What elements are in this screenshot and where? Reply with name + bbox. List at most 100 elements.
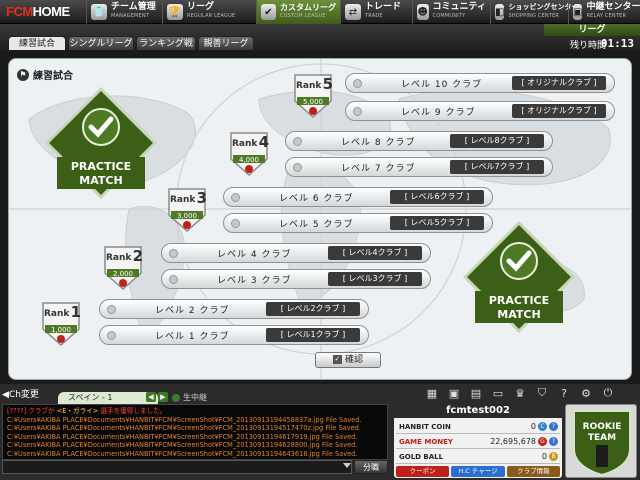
channel-prev-icon[interactable]: ◀ [146,392,156,402]
shop-icon: ◧ [495,4,505,20]
community-icon: ☻ [417,4,429,20]
rank-5-badge: Rank 5 5,000 [291,71,335,119]
stadium-icon[interactable]: ▦ [422,386,442,400]
game-money-row: GAME MONEY 22,695,678 G ? [396,435,560,449]
film-icon[interactable]: ▤ [466,386,486,400]
level-5-club-row[interactable]: レベル 5 クラブ [ レベル5クラブ ] [223,213,493,233]
rank-3-badge: Rank 3 3,000 [165,185,209,233]
level-9-club-row[interactable]: レベル 9 クラブ [ オリジナルクラブ ] [345,101,615,121]
level-7-club-row[interactable]: レベル 7 クラブ [ レベル7クラブ ] [285,157,553,177]
channel-change-button[interactable]: ◀Ch変更 [2,388,42,402]
rank-4-badge: Rank 4 4,000 [227,129,271,177]
nav-community[interactable]: ☻ コミュニティ COMMUNITY [412,0,490,24]
practice-left-bottom-text: MATCH [79,174,122,187]
trophy-icon: 🏆 [167,4,183,20]
level-2-radio[interactable] [107,304,116,314]
tab-friendly-league[interactable]: 親善リーグ [198,36,254,50]
channel-next-icon[interactable]: ▶ [158,392,168,402]
panel-title: ⚑ 練習試合 [17,67,73,82]
rank-2-badge: Rank 2 2,000 [101,243,145,291]
top-nav: FCMHOME 👕 チーム管理 MANAGEMENT 🏆 リーグ REGULAR L… [0,0,640,24]
power-icon[interactable]: ⏻ [598,386,618,400]
practice-match-badge-right: PRACTICE MATCH [462,221,576,334]
rookie-line2: TEAM [588,433,616,443]
live-dot-icon [172,393,180,402]
fcm-home-logo[interactable]: FCMHOME [0,0,86,24]
gallery-icon[interactable]: ▣ [444,386,464,400]
live-broadcast[interactable]: 生中継 [172,392,207,404]
confirm-button[interactable]: ✓ 確認 [315,352,381,368]
user-panel: fcmtest002 HANBIT COIN 0 C ? GAME MONEY … [394,404,562,478]
level-8-radio[interactable] [293,136,302,146]
club-info-button[interactable]: クラブ情報 [506,466,560,477]
chat-input[interactable] [2,460,352,474]
coupon-button[interactable]: クーポン [396,466,450,477]
level-3-radio[interactable] [169,274,178,284]
shield-icon[interactable]: ⛉ [532,386,552,400]
rank-1-badge: Rank 1 1,000 [39,299,83,347]
nav-trade[interactable]: ⇄ トレード TRADE [340,0,412,24]
help-icon[interactable]: ? [554,386,574,400]
nav-shopping-center[interactable]: ◧ ショッピングセンター SHOPPING CENTER [490,0,578,24]
level-9-radio[interactable] [353,106,362,116]
practice-right-bottom-text: MATCH [497,308,540,321]
hanbit-coin-icon: C [538,422,547,431]
level-1-club-row[interactable]: レベル 1 クラブ [ レベル1クラブ ] [99,325,369,345]
chat-log-line: [????] クラブが <E・ガライ> 選手を獲得しました。 [7,407,167,415]
id-card-icon[interactable]: ▭ [488,386,508,400]
nav-regular-league[interactable]: 🏆 リーグ REGULAR LEAGUE [162,0,256,24]
practice-left-top-text: PRACTICE [71,160,131,173]
shirt-icon: 👕 [91,4,107,20]
remaining-time: 01:13 [600,37,634,50]
practice-right-top-text: PRACTICE [489,294,549,307]
hanbit-coin-row: HANBIT COIN 0 C ? [396,420,560,434]
chat-log-line: C:¥Users¥AKIBA PLACE¥Documents¥HANBIT¥FC… [7,415,362,424]
level-4-radio[interactable] [169,248,178,258]
channel-icon: ◀ [2,390,9,400]
nav-relay-center[interactable]: ▣ 中継センター RELAY CENTER [568,0,640,24]
channel-selector[interactable]: スペイン - 1 [58,392,158,404]
chat-dropdown-icon[interactable] [343,463,351,468]
tab-single-league[interactable]: シングルリーグ [68,36,134,50]
hc-charge-button[interactable]: H.C チャージ [451,466,505,477]
trade-icon: ⇄ [345,4,361,20]
tab-practice-match[interactable]: 練習試合 [8,36,66,50]
chat-log[interactable]: [????] クラブが <E・ガライ> 選手を獲得しました。 C:¥Users¥… [2,404,388,460]
level-5-radio[interactable] [231,218,240,228]
league-timer-box: リーグ 残り時間 01:13 [544,24,640,51]
chat-send-button[interactable]: 分職 [354,460,388,474]
hanbit-help-icon[interactable]: ? [549,422,558,431]
practice-match-panel: ⚑ 練習試合 PRACTICE MATCH PRACTICE MATCH Ran… [8,58,632,380]
tab-ranking[interactable]: ランキング戦 [136,36,196,50]
nav-management[interactable]: 👕 チーム管理 MANAGEMENT [86,0,162,24]
chat-log-line: C:¥Users¥AKIBA PLACE¥Documents¥HANBIT¥FC… [7,441,358,450]
check-icon: ✔ [261,4,276,20]
level-3-club-row[interactable]: レベル 3 クラブ [ レベル3クラブ ] [161,269,431,289]
nav-custom-league[interactable]: ✔ カスタムリーグ CUSTOM LEAGUE [256,0,340,24]
chat-log-line: C:¥Users¥AKIBA PLACE¥Documents¥HANBIT¥FC… [7,424,361,433]
gold-ball-row: GOLD BALL 0 B [396,450,560,464]
level-6-radio[interactable] [231,192,240,202]
level-1-radio[interactable] [107,330,116,340]
trophy-icon[interactable]: ♛ [510,386,530,400]
level-7-radio[interactable] [293,162,302,172]
level-6-club-row[interactable]: レベル 6 クラブ [ レベル6クラブ ] [223,187,493,207]
relay-icon: ▣ [573,4,583,20]
league-title: リーグ [544,24,640,36]
level-4-club-row[interactable]: レベル 4 クラブ [ レベル4クラブ ] [161,243,431,263]
level-10-club-row[interactable]: レベル 10 クラブ [ オリジナルクラブ ] [345,73,615,93]
money-help-icon[interactable]: ? [549,437,558,446]
user-name: fcmtest002 [394,404,562,418]
level-8-club-row[interactable]: レベル 8 クラブ [ レベル8クラブ ] [285,131,553,151]
rookie-team-emblem: ROOKIE TEAM [565,404,637,478]
level-10-radio[interactable] [353,78,362,88]
gear-icon[interactable]: ⚙ [576,386,596,400]
channel-bar: ◀Ch変更 スペイン - 1 ◀ ▶ 生中継 [0,386,392,404]
tool-icon-bar: ▦ ▣ ▤ ▭ ♛ ⛉ ? ⚙ ⏻ [392,386,640,402]
chat-log-line: C:¥Users¥AKIBA PLACE¥Documents¥HANBIT¥FC… [7,432,358,441]
rookie-line1: ROOKIE [583,422,622,432]
flag-icon: ⚑ [17,68,29,81]
chat-log-line: C:¥Users¥AKIBA PLACE¥Documents¥HANBIT¥FC… [7,449,358,458]
level-2-club-row[interactable]: レベル 2 クラブ [ レベル2クラブ ] [99,299,369,319]
gold-ball-icon: B [549,452,558,461]
